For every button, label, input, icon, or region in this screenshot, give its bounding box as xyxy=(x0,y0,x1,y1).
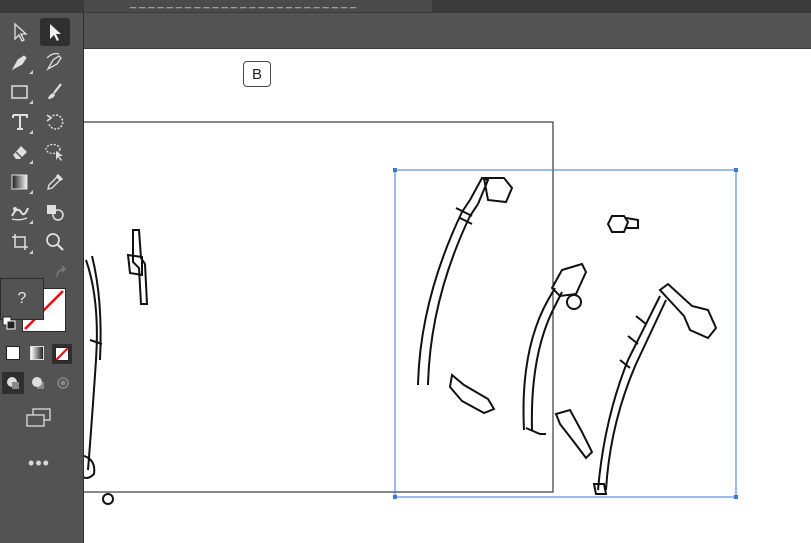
puppet-warp-tool[interactable] xyxy=(5,198,35,226)
control-bar xyxy=(0,13,811,49)
tool-group-corner-icon xyxy=(29,70,33,74)
tool-group-corner-icon xyxy=(29,100,33,104)
gradient-mode-button[interactable] xyxy=(28,344,46,362)
color-mode-button[interactable] xyxy=(4,344,22,362)
left-buckle-drawing xyxy=(126,229,149,305)
eraser-icon xyxy=(13,146,27,159)
rotate-tool[interactable] xyxy=(40,108,70,136)
selected-seatbelt-parts xyxy=(417,176,718,495)
arrow-outline-icon xyxy=(14,22,28,42)
draw-normal-icon xyxy=(7,377,19,389)
edit-toolbar-button[interactable]: ••• xyxy=(25,454,53,476)
shape-builder-icon xyxy=(47,205,64,221)
draw-behind-button[interactable] xyxy=(27,372,49,394)
artboard-tool[interactable] xyxy=(5,228,35,256)
color-icon xyxy=(6,346,20,360)
shape-builder-tool[interactable] xyxy=(40,198,70,226)
gradient-tool[interactable] xyxy=(5,168,35,196)
tool-group-corner-icon xyxy=(29,160,33,164)
document-tab-title: _ _ _ _ _ _ _ _ _ _ _ _ _ _ _ _ _ _ _ _ … xyxy=(130,0,357,9)
none-icon xyxy=(55,347,69,361)
rectangle-icon xyxy=(11,85,28,99)
rectangle-tool[interactable] xyxy=(5,78,35,106)
tool-group-corner-icon xyxy=(29,220,33,224)
eyedropper-tool[interactable] xyxy=(40,168,70,196)
canvas[interactable] xyxy=(84,49,811,543)
eraser-tool[interactable] xyxy=(5,138,35,166)
draw-inside-button[interactable] xyxy=(52,372,74,394)
eyedropper-icon xyxy=(47,173,64,190)
pen-icon xyxy=(11,55,27,71)
none-mode-button[interactable] xyxy=(52,344,72,364)
gradient-icon xyxy=(11,174,28,190)
tool-group-corner-icon xyxy=(29,130,33,134)
artwork xyxy=(84,121,738,505)
arrow-filled-icon xyxy=(50,24,61,41)
rotate-icon xyxy=(46,114,64,130)
zoom-icon xyxy=(46,233,64,251)
type-tool[interactable] xyxy=(5,108,35,136)
type-icon xyxy=(12,114,28,130)
document-tab[interactable]: _ _ _ _ _ _ _ _ _ _ _ _ _ _ _ _ _ _ _ _ … xyxy=(84,0,432,12)
zoom-tool[interactable] xyxy=(40,228,70,256)
default-fill-stroke-icon[interactable] xyxy=(2,316,16,330)
draw-inside-icon xyxy=(57,377,69,389)
draw-normal-button[interactable] xyxy=(2,372,24,394)
lasso-tool[interactable] xyxy=(40,138,70,166)
artboard-icon xyxy=(12,234,28,250)
curvature-pen-icon xyxy=(46,52,62,71)
direct-selection-tool[interactable] xyxy=(40,18,70,46)
draw-behind-icon xyxy=(32,377,44,389)
screen-mode-button[interactable] xyxy=(22,406,54,430)
paintbrush-icon xyxy=(48,83,62,99)
pen-tool[interactable] xyxy=(5,48,35,76)
artboard-label[interactable]: B xyxy=(243,61,271,87)
lasso-icon xyxy=(45,143,63,161)
swap-fill-stroke-icon[interactable] xyxy=(54,265,70,281)
tools-panel: ? ••• xyxy=(0,13,84,543)
selection-tool[interactable] xyxy=(5,18,35,46)
curvature-tool[interactable] xyxy=(40,48,70,76)
left-seatbelt-drawing xyxy=(84,255,114,505)
tool-group-corner-icon xyxy=(29,250,33,254)
puppet-warp-icon xyxy=(11,207,29,221)
tooltip: ? xyxy=(0,278,44,320)
selection-handles xyxy=(393,168,738,499)
gradient-swatch-icon xyxy=(30,346,44,360)
paintbrush-tool[interactable] xyxy=(40,78,70,106)
selection-bounding-box xyxy=(394,169,737,498)
tool-group-corner-icon xyxy=(29,190,33,194)
screen-mode-icon xyxy=(26,408,51,427)
